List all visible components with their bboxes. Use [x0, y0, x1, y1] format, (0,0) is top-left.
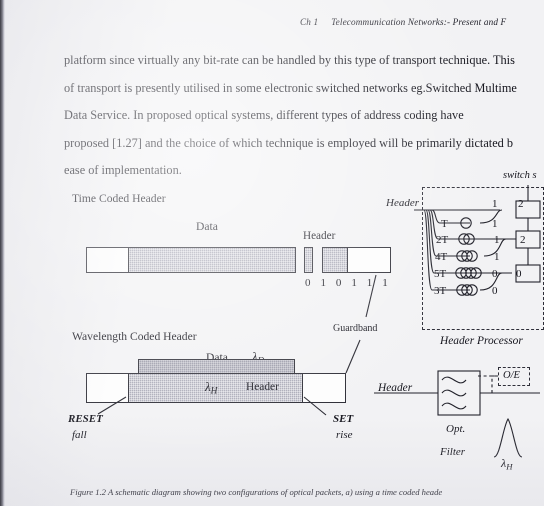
page-binding-edge [0, 0, 5, 506]
delay-label-T: T [441, 218, 448, 230]
document-page: Ch 1 Telecommunication Networks:- Present… [0, 0, 544, 506]
bus-bit-mid-2: 2 [520, 234, 526, 246]
delay-label-4T: 4T [435, 251, 448, 263]
running-head: Ch 1 Telecommunication Networks:- Present… [300, 17, 506, 27]
delay-bit-3T: 0 [492, 285, 498, 297]
body-line-2: of transport is presently utilised in so… [64, 80, 517, 95]
delay-bit-2T: 1 [494, 234, 500, 246]
running-head-chapter: Ch 1 [300, 17, 319, 27]
delay-label-3T: 3T [434, 285, 447, 297]
of-wave-2 [441, 389, 467, 397]
body-paragraph: platform since virtually any bit-rate ca… [64, 47, 544, 185]
body-line-4: proposed [1.27] and the choice of which … [64, 135, 514, 150]
bus-bit-top-1: 1 [492, 198, 498, 210]
figure-1-2: switch s Time Coded Header Data Header 0… [0, 165, 544, 485]
body-line-1: platform since virtually any bit-rate ca… [64, 53, 515, 67]
hp-tap-3 [427, 209, 470, 257]
bus-bit-top-2: 2 [518, 198, 524, 210]
guardband-pointer-upper [365, 274, 377, 318]
set-pointer [303, 396, 327, 416]
figure-vector-overlay: T 2T 4T 5T 3T 1 2 1 1 2 1 0 0 0 [97, 185, 541, 458]
hp-tap-1 [431, 209, 470, 224]
delay-bit-4T: 1 [494, 251, 500, 263]
of-wave-1 [441, 376, 467, 384]
reset-pointer [97, 396, 127, 415]
running-head-title: Telecommunication Networks:- Present and… [331, 17, 507, 27]
delay-bit-T: 1 [492, 218, 498, 230]
lambda-h-pulse-curve [493, 417, 523, 458]
of-wave-3 [441, 402, 467, 410]
bus-bit-low-2: 0 [516, 268, 522, 280]
hp-merge-1 [479, 209, 503, 224]
delay-label-2T: 2T [436, 234, 449, 246]
body-line-3: Data Service. In proposed optical system… [64, 108, 464, 122]
hp-merge-3 [479, 272, 503, 291]
of-oe-tap [491, 375, 498, 393]
delay-label-5T: 5T [434, 268, 447, 280]
delay-bit-5T: 0 [492, 268, 498, 280]
figure-caption: Figure 1.2 A schematic diagram showing t… [70, 487, 443, 497]
guardband-pointer-lower [345, 339, 361, 374]
